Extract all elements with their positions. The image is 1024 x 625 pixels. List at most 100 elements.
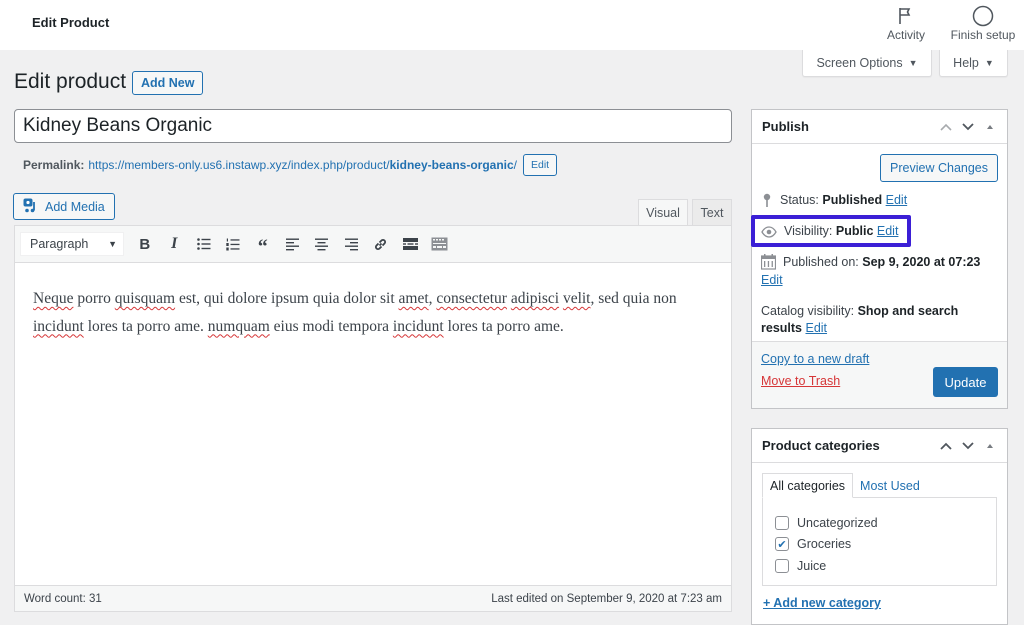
page-title: Edit product (14, 70, 127, 93)
screen-options-button[interactable]: Screen Options ▼ (802, 50, 932, 77)
category-checkbox-checked[interactable]: ✔ (775, 537, 789, 552)
text-run: lores ta porro ame. (443, 317, 564, 335)
visibility-highlight-box (751, 215, 911, 247)
pin-icon (763, 193, 771, 207)
italic-icon: I (171, 235, 178, 252)
align-right-icon (344, 238, 358, 250)
collapse-toggle-icon[interactable] (983, 122, 997, 132)
align-center-button[interactable] (307, 231, 337, 257)
help-button[interactable]: Help ▼ (939, 50, 1008, 77)
text-run: , sed quia non (590, 290, 677, 307)
status-value: Published (822, 193, 883, 207)
categories-box-header: Product categories (752, 429, 1007, 463)
misspelled-word: quisquam (114, 290, 176, 307)
move-up-icon[interactable] (939, 441, 953, 451)
caret-down-icon: ▼ (908, 58, 918, 68)
category-item-groceries[interactable]: ✔ Groceries (775, 534, 984, 556)
preview-changes-button[interactable]: Preview Changes (880, 154, 998, 182)
add-new-button[interactable]: Add New (132, 71, 204, 95)
last-edited: Last edited on September 9, 2020 at 7:23… (491, 592, 722, 605)
tab-visual[interactable]: Visual (638, 199, 688, 225)
text-run: eius modi tempora (269, 317, 393, 335)
collapse-toggle-icon[interactable] (983, 441, 997, 451)
status-label: Status: (780, 193, 819, 207)
published-on-edit-link[interactable]: Edit (761, 272, 783, 289)
category-item-uncategorized[interactable]: Uncategorized (775, 512, 984, 534)
align-center-icon (315, 238, 329, 250)
bold-icon: B (139, 235, 151, 253)
published-on-label: Published on: (783, 255, 859, 269)
catalog-visibility-row: Catalog visibility: Shop and search (761, 303, 958, 320)
publish-box-header: Publish (752, 110, 1007, 144)
progress-circle-icon (946, 5, 1020, 27)
align-right-button[interactable] (337, 231, 367, 257)
tab-text[interactable]: Text (692, 199, 732, 225)
tab-all-categories[interactable]: All categories (762, 473, 854, 498)
caret-down-icon: ▼ (108, 239, 117, 249)
catalog-visibility-label: Catalog visibility: (761, 304, 855, 318)
permalink-edit-button[interactable]: Edit (523, 154, 558, 176)
category-checkbox[interactable] (775, 558, 789, 573)
keyboard-icon (431, 237, 448, 251)
format-select-value: Paragraph (30, 237, 89, 251)
content-editor: Paragraph ▼ B I “ Neque porro quisquam e… (14, 225, 732, 612)
word-count: Word count: 31 (24, 592, 102, 605)
category-tabs: All categories Most Used (762, 473, 927, 498)
numbered-list-icon (226, 238, 240, 250)
toolbar-toggle-button[interactable] (425, 231, 455, 257)
misspelled-word: consectetur (436, 290, 507, 307)
misspelled-word: Neque (33, 290, 74, 307)
editor-status-bar: Word count: 31 Last edited on September … (15, 585, 731, 611)
topbar-title: Edit Product (32, 15, 110, 30)
copy-to-draft-link[interactable]: Copy to a new draft (761, 352, 869, 366)
category-label: Groceries (797, 537, 852, 552)
category-checklist: Uncategorized ✔ Groceries Juice (762, 497, 997, 586)
published-on-edit-row: Edit (761, 272, 783, 289)
bulleted-list-button[interactable] (189, 231, 219, 257)
permalink-link[interactable]: https://members-only.us6.instawp.xyz/ind… (88, 158, 517, 172)
misspelled-word: incidunt (33, 317, 84, 335)
tab-most-used[interactable]: Most Used (853, 473, 927, 498)
caret-down-icon: ▼ (984, 58, 994, 68)
editor-toolbar: Paragraph ▼ B I “ (15, 226, 731, 263)
align-left-button[interactable] (278, 231, 308, 257)
editor-content[interactable]: Neque porro quisquam est, qui dolore ips… (15, 263, 731, 585)
text-run: porro (73, 290, 115, 307)
permalink-trailing: / (513, 158, 517, 172)
move-down-icon[interactable] (961, 441, 975, 451)
status-row: Status: Published Edit (761, 192, 907, 209)
flag-icon (884, 6, 928, 26)
move-up-icon[interactable] (939, 122, 953, 132)
misspelled-word: velit (562, 290, 591, 307)
checkmark-icon: ✔ (777, 538, 787, 551)
finish-setup-button[interactable]: Finish setup (946, 5, 1020, 42)
bold-button[interactable]: B (130, 231, 160, 257)
category-item-juice[interactable]: Juice (775, 555, 984, 577)
add-media-label: Add Media (45, 199, 105, 214)
move-to-trash-link[interactable]: Move to Trash (761, 374, 840, 388)
blockquote-button[interactable]: “ (248, 231, 278, 257)
add-media-button[interactable]: Add Media (13, 193, 115, 220)
product-title-input[interactable]: Kidney Beans Organic (14, 109, 732, 143)
read-more-button[interactable] (396, 231, 426, 257)
insert-link-button[interactable] (366, 231, 396, 257)
misspelled-word: incidunt (392, 317, 444, 335)
publish-box-title: Publish (762, 119, 809, 134)
format-select[interactable]: Paragraph ▼ (20, 232, 124, 256)
status-edit-link[interactable]: Edit (886, 193, 908, 207)
permalink-label: Permalink: (23, 158, 85, 172)
numbered-list-button[interactable] (219, 231, 249, 257)
catalog-visibility-edit-link[interactable]: Edit (805, 321, 827, 335)
read-more-icon (402, 238, 418, 250)
move-down-icon[interactable] (961, 122, 975, 132)
help-label: Help (953, 56, 979, 70)
text-run: est, qui dolore ipsum quia dolor sit (175, 290, 399, 307)
publish-actions: Copy to a new draft Move to Trash Update (752, 341, 1007, 408)
category-checkbox[interactable] (775, 515, 789, 530)
media-icon (23, 198, 39, 216)
italic-button[interactable]: I (160, 231, 190, 257)
add-new-category-link[interactable]: + Add new category (763, 596, 881, 610)
activity-button[interactable]: Activity (884, 6, 928, 42)
update-button[interactable]: Update (933, 367, 998, 397)
published-on-row: Published on: Sep 9, 2020 at 07:23 (761, 254, 980, 271)
